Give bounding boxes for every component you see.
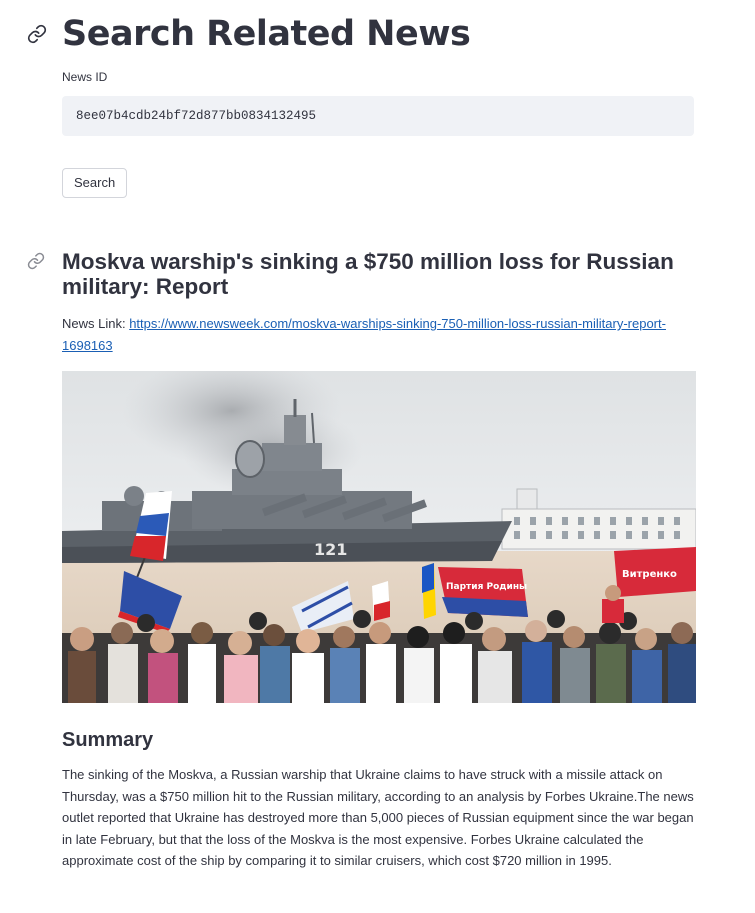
news-id-input[interactable] <box>62 96 694 136</box>
article-title-link-icon[interactable] <box>27 252 47 272</box>
search-button[interactable]: Search <box>62 168 128 198</box>
article-title: Moskva warship's sinking a $750 million … <box>62 249 674 299</box>
news-link-url[interactable]: https://www.newsweek.com/moskva-warships… <box>62 316 666 353</box>
summary-heading: Summary <box>62 729 154 751</box>
news-id-label: News ID <box>62 70 108 84</box>
page-title: Search Related News <box>62 14 471 54</box>
news-link-row: News Link: https://www.newsweek.com/mosk… <box>62 313 692 357</box>
banner-center-text: Партия Родины <box>446 582 527 592</box>
article-image: 121 Витренко Партия Родины <box>62 371 696 703</box>
news-link-label: News Link: <box>62 316 130 331</box>
summary-text: The sinking of the Moskva, a Russian war… <box>62 767 694 868</box>
banner-right-text: Витренко <box>622 569 677 580</box>
hull-number: 121 <box>314 540 347 559</box>
title-link-icon[interactable] <box>27 24 47 44</box>
